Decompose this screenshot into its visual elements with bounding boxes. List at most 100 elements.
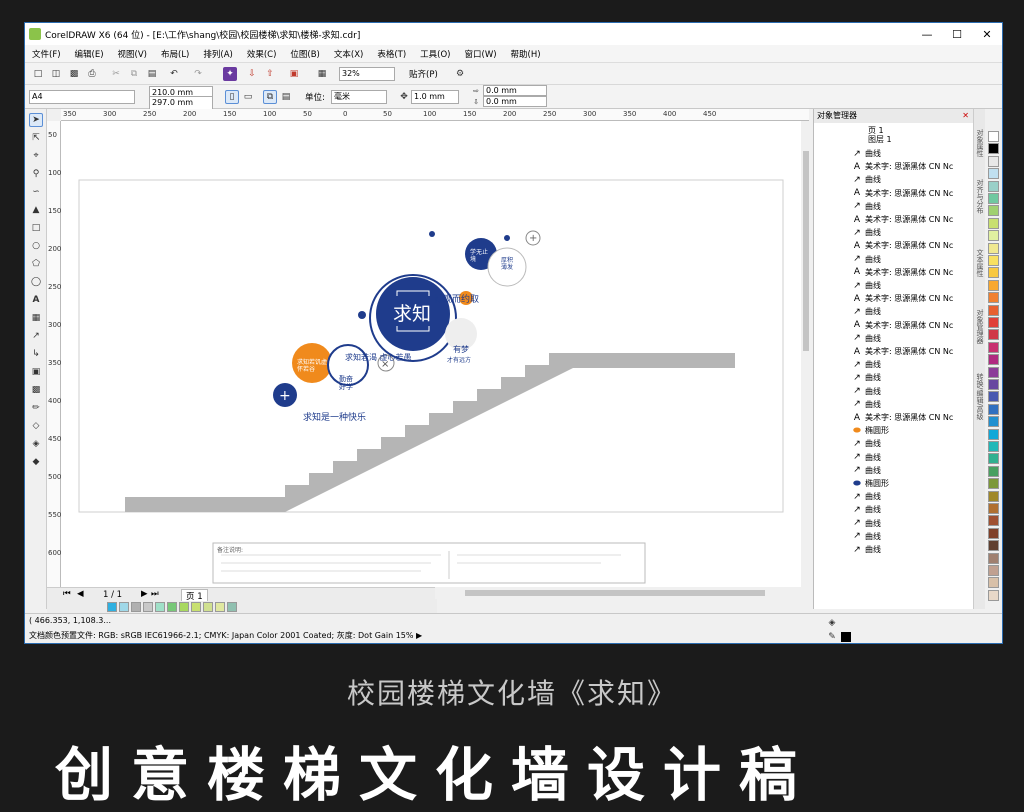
print-icon[interactable]: ⎙ bbox=[85, 67, 99, 81]
object-list-item[interactable]: ↗ 曲线 bbox=[852, 517, 881, 530]
color-swatch[interactable] bbox=[988, 416, 999, 428]
menu-tools[interactable]: 工具(O) bbox=[413, 48, 457, 60]
pick-tool-icon[interactable]: ➤ bbox=[29, 113, 43, 127]
object-list-item[interactable]: ↗ 曲线 bbox=[852, 226, 881, 239]
docker-tab[interactable]: 对象管理器 bbox=[975, 309, 985, 344]
object-list-item[interactable]: ↗ 曲线 bbox=[852, 173, 881, 186]
nudge-input[interactable]: 1.0 mm bbox=[411, 90, 459, 104]
object-list-item[interactable]: ↗ 曲线 bbox=[852, 371, 881, 384]
docker-tab[interactable]: 文本属性 bbox=[975, 249, 985, 277]
color-swatch[interactable] bbox=[988, 552, 999, 564]
object-list-item[interactable]: A 美术字: 思源黑体 CN Nc bbox=[852, 266, 953, 279]
color-swatch[interactable] bbox=[988, 515, 999, 527]
color-swatch[interactable] bbox=[215, 602, 225, 612]
new-icon[interactable]: □ bbox=[31, 67, 45, 81]
object-list-item[interactable]: A 美术字: 思源黑体 CN Nc bbox=[852, 319, 953, 332]
object-list-item[interactable]: ↗ 曲线 bbox=[852, 305, 881, 318]
menu-bitmaps[interactable]: 位图(B) bbox=[283, 48, 326, 60]
dimension-tool-icon[interactable]: ↗ bbox=[29, 329, 43, 343]
object-list-item[interactable]: ↗ 曲线 bbox=[852, 437, 881, 450]
menu-edit[interactable]: 编辑(E) bbox=[68, 48, 111, 60]
color-swatch[interactable] bbox=[155, 602, 165, 612]
color-swatch[interactable] bbox=[988, 193, 999, 204]
fill-tool-icon[interactable]: ◈ bbox=[29, 437, 43, 451]
object-list-item[interactable]: A 美术字: 思源黑体 CN Nc bbox=[852, 239, 953, 252]
vertical-scrollbar[interactable] bbox=[801, 121, 811, 595]
color-swatch[interactable] bbox=[988, 366, 999, 378]
color-swatch[interactable] bbox=[203, 602, 213, 612]
color-swatch[interactable] bbox=[988, 453, 999, 465]
zoom-level-select[interactable]: 32% bbox=[339, 67, 395, 81]
color-swatch[interactable] bbox=[988, 292, 999, 304]
maximize-button[interactable]: ☐ bbox=[942, 23, 972, 45]
dup-x-input[interactable]: 0.0 mm bbox=[483, 85, 547, 96]
menu-window[interactable]: 窗口(W) bbox=[458, 48, 504, 60]
menu-view[interactable]: 视图(V) bbox=[111, 48, 154, 60]
object-list-item[interactable]: A 美术字: 思源黑体 CN Nc bbox=[852, 213, 953, 226]
paste-icon[interactable]: ▤ bbox=[145, 67, 159, 81]
menu-help[interactable]: 帮助(H) bbox=[504, 48, 548, 60]
color-swatch[interactable] bbox=[988, 503, 999, 514]
object-list-item[interactable]: ↗ 曲线 bbox=[852, 503, 881, 516]
horizontal-ruler[interactable]: 350 300 250 200 150 100 50 0 50 100 150 … bbox=[61, 109, 809, 121]
color-swatch[interactable] bbox=[988, 267, 999, 279]
open-icon[interactable]: ◫ bbox=[49, 67, 63, 81]
undo-icon[interactable]: ↶ bbox=[167, 67, 181, 81]
polygon-tool-icon[interactable]: ⬠ bbox=[29, 257, 43, 271]
outline-indicator-icon[interactable]: ✎ bbox=[825, 630, 839, 643]
color-swatch[interactable] bbox=[143, 602, 153, 612]
color-swatch[interactable] bbox=[988, 304, 999, 316]
color-swatch[interactable] bbox=[131, 602, 141, 612]
color-swatch[interactable] bbox=[988, 255, 999, 266]
color-swatch[interactable] bbox=[988, 143, 999, 155]
cut-icon[interactable]: ✂ bbox=[109, 67, 123, 81]
color-swatch[interactable] bbox=[988, 168, 999, 180]
docker-tab[interactable]: 转换/编辑/高级 bbox=[975, 373, 985, 420]
color-swatch[interactable] bbox=[988, 341, 999, 353]
text-tool-icon[interactable]: A bbox=[29, 293, 43, 307]
color-swatch[interactable] bbox=[988, 230, 999, 242]
object-list-item[interactable]: ↗ 曲线 bbox=[852, 200, 881, 213]
color-swatch[interactable] bbox=[988, 428, 999, 440]
color-swatch[interactable] bbox=[988, 478, 999, 490]
color-swatch[interactable] bbox=[988, 490, 999, 502]
color-swatch[interactable] bbox=[988, 441, 999, 452]
shape-tool-icon[interactable]: ⇱ bbox=[29, 131, 43, 145]
menu-table[interactable]: 表格(T) bbox=[370, 48, 413, 60]
color-swatch[interactable] bbox=[988, 540, 999, 552]
color-swatch[interactable] bbox=[988, 131, 999, 142]
crop-tool-icon[interactable]: ⌖ bbox=[29, 149, 43, 163]
color-swatch[interactable] bbox=[988, 589, 999, 601]
color-swatch[interactable] bbox=[107, 602, 117, 612]
object-list-item[interactable]: A 美术字: 思源黑体 CN Nc bbox=[852, 411, 953, 424]
unit-select[interactable]: 毫米 bbox=[331, 90, 387, 104]
redo-icon[interactable]: ↷ bbox=[191, 67, 205, 81]
smart-fill-icon[interactable]: ▲ bbox=[29, 203, 43, 217]
object-list-item[interactable]: ↗ 曲线 bbox=[852, 358, 881, 371]
object-list-item[interactable]: A 美术字: 思源黑体 CN Nc bbox=[852, 160, 953, 173]
object-list-item[interactable]: ⬬ 椭圆形 bbox=[852, 424, 889, 437]
menu-effects[interactable]: 效果(C) bbox=[240, 48, 284, 60]
dup-y-input[interactable]: 0.0 mm bbox=[483, 96, 547, 107]
object-list-item[interactable]: ↗ 曲线 bbox=[852, 385, 881, 398]
object-list-item[interactable]: ↗ 曲线 bbox=[852, 543, 881, 556]
docker-tab[interactable]: 对齐与分布 bbox=[975, 179, 985, 214]
color-swatch[interactable] bbox=[191, 602, 201, 612]
copy-icon[interactable]: ⧉ bbox=[127, 67, 141, 81]
close-icon[interactable]: ✕ bbox=[962, 109, 973, 123]
connector-tool-icon[interactable]: ↳ bbox=[29, 347, 43, 361]
layer-label[interactable]: 图层 1 bbox=[868, 134, 892, 145]
color-swatch[interactable] bbox=[988, 242, 999, 254]
color-swatch[interactable] bbox=[988, 155, 999, 167]
object-list-item[interactable]: ↗ 曲线 bbox=[852, 464, 881, 477]
outline-tool-icon[interactable]: ◇ bbox=[29, 419, 43, 433]
zoom-tool-icon[interactable]: ⚲ bbox=[29, 167, 43, 181]
table-tool-icon[interactable]: ▦ bbox=[29, 311, 43, 325]
color-swatch[interactable] bbox=[988, 317, 999, 328]
color-swatch[interactable] bbox=[988, 379, 999, 390]
docker-tab[interactable]: 对象属性 bbox=[975, 129, 985, 157]
scroll-thumb[interactable] bbox=[465, 590, 765, 596]
object-list-item[interactable]: ↗ 曲线 bbox=[852, 253, 881, 266]
interactive-fill-icon[interactable]: ◆ bbox=[29, 455, 43, 469]
scroll-thumb[interactable] bbox=[803, 151, 809, 351]
